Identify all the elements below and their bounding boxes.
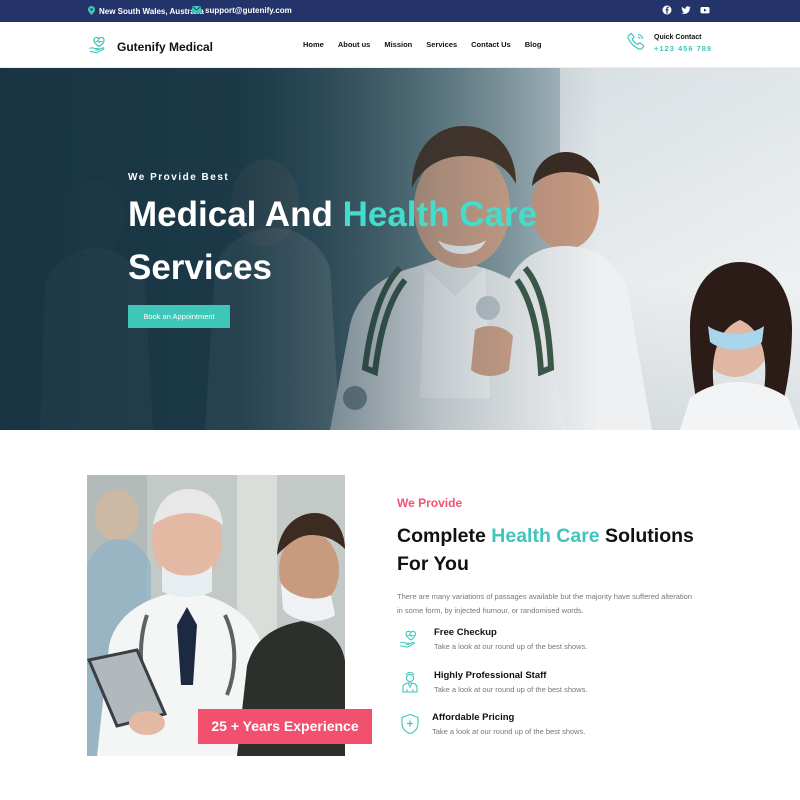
youtube-icon[interactable] <box>700 5 710 15</box>
doctor-icon <box>398 670 424 696</box>
section-title-part1: Complete <box>397 525 492 547</box>
experience-badge: 25 + Years Experience <box>198 709 372 744</box>
map-pin-icon <box>88 6 95 17</box>
feature-desc: Take a look at our round up of the best … <box>434 642 588 651</box>
hero-subtitle: We Provide Best <box>128 172 230 183</box>
feature-title: Affordable Pricing <box>432 712 515 723</box>
quick-contact-label: Quick Contact <box>654 34 702 41</box>
heart-hand-icon <box>398 627 424 653</box>
quick-contact[interactable]: Quick Contact +123 456 789 <box>627 32 712 55</box>
section-description: There are many variations of passages av… <box>397 592 693 615</box>
section-eyebrow: We Provide <box>397 496 463 510</box>
phone-icon <box>627 32 645 55</box>
book-appointment-button[interactable]: Book an Appointment <box>128 305 230 328</box>
quick-contact-number[interactable]: +123 456 789 <box>654 44 712 53</box>
email-text[interactable]: support@gutenify.com <box>205 6 292 15</box>
feature-title: Highly Professional Staff <box>434 670 547 681</box>
feature-desc: Take a look at our round up of the best … <box>434 685 588 694</box>
top-bar: New South Wales, Australia support@guten… <box>0 0 800 22</box>
quick-contact-text: Quick Contact +123 456 789 <box>654 34 712 53</box>
section-title-highlight: Health Care <box>491 525 600 547</box>
envelope-icon <box>192 6 201 15</box>
hero-title-part1: Medical And <box>128 195 343 234</box>
feature-desc: Take a look at our round up of the best … <box>432 727 586 736</box>
logo-text: Gutenify Medical <box>117 39 214 54</box>
hero-title-highlight: Health Care <box>342 195 538 234</box>
site-logo[interactable]: Gutenify Medical <box>88 33 213 60</box>
heart-hand-logo-icon <box>88 33 110 60</box>
nav-mission[interactable]: Mission <box>384 40 412 49</box>
site-header: Gutenify Medical Home About us Mission S… <box>0 22 800 68</box>
hero-banner: We Provide Best Medical And Health Care S… <box>0 68 800 430</box>
location-text: New South Wales, Australia <box>99 7 204 16</box>
feature-title: Free Checkup <box>434 627 497 638</box>
nav-blog[interactable]: Blog <box>525 40 542 49</box>
email-info[interactable]: support@gutenify.com <box>192 6 292 15</box>
hero-title-part2: Services <box>128 248 273 287</box>
shield-plus-icon <box>398 712 424 738</box>
hero-title: Medical And Health Care Services <box>128 188 558 294</box>
main-nav: Home About us Mission Services Contact U… <box>303 40 541 49</box>
nav-contact-us[interactable]: Contact Us <box>471 40 511 49</box>
section-title: Complete Health Care Solutions For You <box>397 522 717 578</box>
facebook-icon[interactable] <box>662 5 672 15</box>
twitter-icon[interactable] <box>681 5 691 15</box>
nav-services[interactable]: Services <box>426 40 457 49</box>
location-info: New South Wales, Australia <box>88 6 204 17</box>
nav-about-us[interactable]: About us <box>338 40 371 49</box>
social-links <box>662 5 710 15</box>
nav-home[interactable]: Home <box>303 40 324 49</box>
